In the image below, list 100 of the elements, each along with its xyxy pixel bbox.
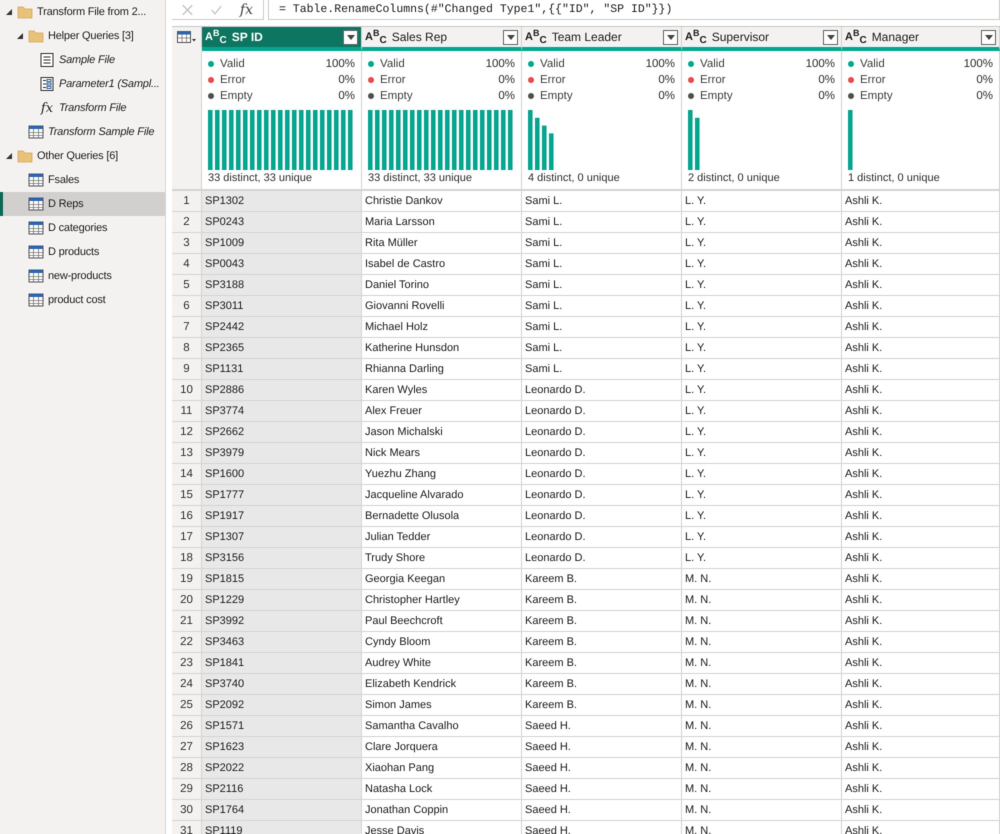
quality-label: Valid [700,58,726,70]
query-item[interactable]: Transform File from 2... [0,0,165,24]
collapse-arrow-icon[interactable] [5,8,13,16]
row-number: 7 [172,317,202,338]
quality-percent: 0% [498,74,515,86]
collapse-arrow-icon[interactable] [16,32,24,40]
quality-label: Valid [220,58,246,70]
function-icon: fx [39,100,55,116]
query-item[interactable]: fx Transform File [0,96,165,120]
table-cell: SP3979 [202,443,362,464]
quality-percent: 0% [658,90,675,102]
query-item[interactable]: Helper Queries [3] [0,24,165,48]
table-cell: Saeed H. [522,779,682,800]
table-cell: L. Y. [682,233,842,254]
table-cell: Leonardo D. [522,485,682,506]
row-number: 6 [172,296,202,317]
table-cell: Ashli K. [842,380,1000,401]
table-icon [28,173,44,187]
table-cell: SP1777 [202,485,362,506]
filter-dropdown-button[interactable] [981,30,996,44]
caret-icon [826,34,834,40]
query-item[interactable]: Parameter1 (Sampl... [0,72,165,96]
table-cell: Kareem B. [522,695,682,716]
table-icon [28,125,44,139]
query-item[interactable]: Fsales [0,168,165,192]
quality-label: Error [220,74,247,86]
row-number: 9 [172,359,202,380]
filter-dropdown-button[interactable] [343,30,358,44]
table-cell: Kareem B. [522,611,682,632]
collapse-arrow-icon[interactable] [5,152,13,160]
table-cell: Ashli K. [842,779,1000,800]
table-cell: SP3156 [202,548,362,569]
quality-label: Empty [380,90,414,102]
query-item[interactable]: D products [0,240,165,264]
filter-dropdown-button[interactable] [663,30,678,44]
table-cell: Leonardo D. [522,464,682,485]
formula-field[interactable]: = Table.RenameColumns(#"Changed Type1",{{"ID", "SP ID"}}) [268,0,1000,20]
query-item[interactable]: Other Queries [6] [0,144,165,168]
table-cell: L. Y. [682,485,842,506]
table-cell: SP1815 [202,569,362,590]
quality-label: Empty [860,90,894,102]
table-cell: Bernadette Olusola [362,506,522,527]
query-item[interactable]: D Reps [0,192,165,216]
table-cell: M. N. [682,653,842,674]
table-cell: Christie Dankov [362,191,522,212]
value-distribution-drawing [848,110,855,170]
table-cell: Ashli K. [842,674,1000,695]
table-cell: Leonardo D. [522,380,682,401]
table-cell: M. N. [682,632,842,653]
table-cell: L. Y. [682,254,842,275]
table-cell: L. Y. [682,191,842,212]
row-number: 26 [172,716,202,737]
table-cell: Ashli K. [842,359,1000,380]
table-cell: Natasha Lock [362,779,522,800]
checkmark-icon[interactable] [210,2,222,16]
table-cell: M. N. [682,590,842,611]
row-number: 2 [172,212,202,233]
table-cell: Ashli K. [842,317,1000,338]
row-number: 8 [172,338,202,359]
filter-dropdown-button[interactable] [503,30,518,44]
query-item[interactable]: Sample File [0,48,165,72]
filter-dropdown-button[interactable] [823,30,838,44]
quality-percent: 0% [658,74,675,86]
table-cell: Ashli K. [842,296,1000,317]
insert-function-button[interactable]: fx [240,2,253,18]
table-cell: Ashli K. [842,653,1000,674]
table-cell: SP1229 [202,590,362,611]
row-number: 13 [172,443,202,464]
table-cell: SP1841 [202,653,362,674]
row-number: 31 [172,821,202,834]
table-icon [28,245,44,259]
table-cell: SP1009 [202,233,362,254]
table-cell: SP2442 [202,317,362,338]
table-cell: Saeed H. [522,716,682,737]
row-number: 25 [172,695,202,716]
table-cell: M. N. [682,674,842,695]
table-cell: SP3992 [202,611,362,632]
table-cell: Sami L. [522,191,682,212]
query-item[interactable]: product cost [0,288,165,312]
value-distribution-drawing [688,110,702,170]
document-icon [39,53,55,67]
row-number: 14 [172,464,202,485]
row-number: 18 [172,548,202,569]
table-menu-icon[interactable] [176,31,196,43]
query-item[interactable]: D categories [0,216,165,240]
table-cell: SP3463 [202,632,362,653]
caret-icon [506,34,514,40]
table-cell: Kareem B. [522,590,682,611]
table-cell: SP1600 [202,464,362,485]
table-cell: Sami L. [522,359,682,380]
row-number: 21 [172,611,202,632]
query-item[interactable]: Transform Sample File [0,120,165,144]
table-cell: L. Y. [682,380,842,401]
table-cell: SP1917 [202,506,362,527]
table-cell: SP1119 [202,821,362,834]
query-item[interactable]: new-products [0,264,165,288]
table-cell: Alex Freuer [362,401,522,422]
table-cell: Cyndy Bloom [362,632,522,653]
table-cell: Daniel Torino [362,275,522,296]
table-icon [28,221,44,235]
